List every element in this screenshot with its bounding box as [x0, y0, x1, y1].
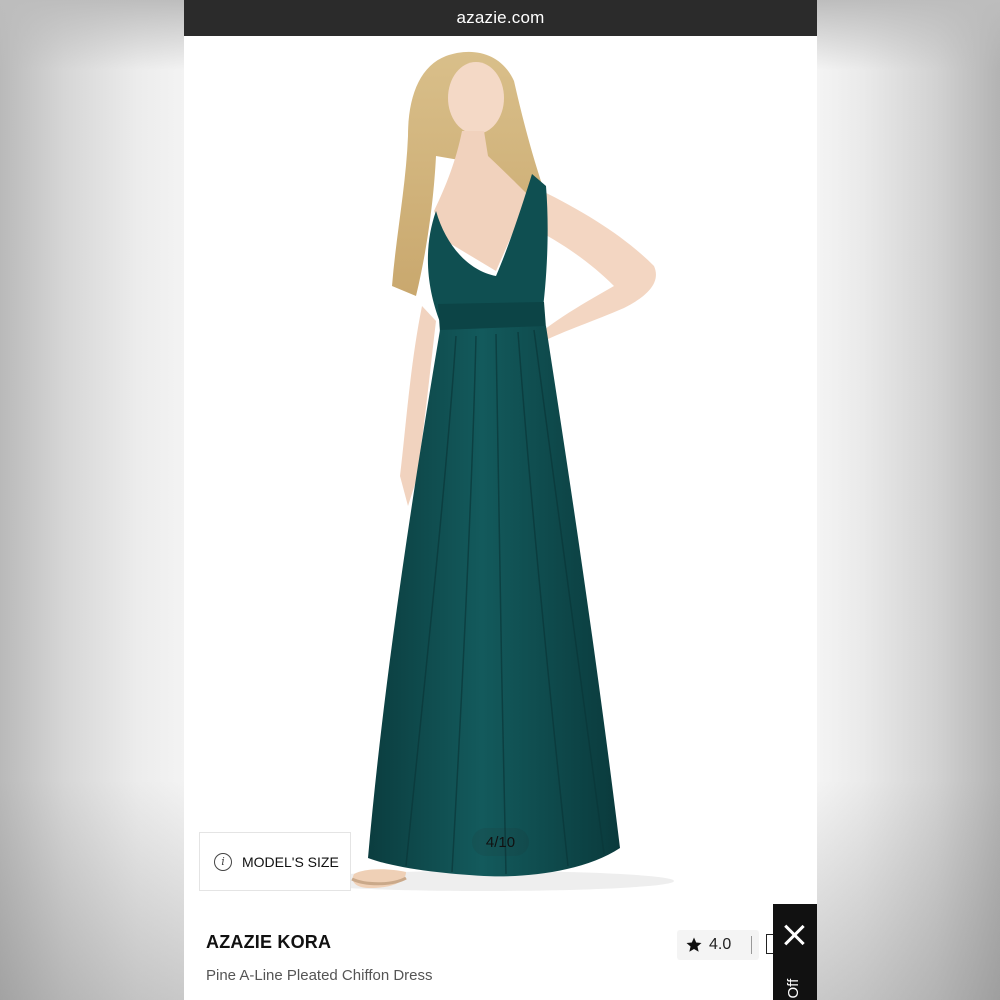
blurred-background-left [0, 0, 184, 1000]
product-image[interactable]: i MODEL'S SIZE 4/10 [184, 36, 817, 906]
mobile-page: azazie.com i MODEL'S SIZE 4/10 AZAZIE KO… [184, 0, 817, 1000]
product-name: Pine A-Line Pleated Chiffon Dress [206, 967, 433, 984]
rating-divider [751, 936, 752, 954]
rating-value: 4.0 [709, 936, 732, 953]
models-size-button[interactable]: i MODEL'S SIZE [199, 832, 351, 891]
product-info: AZAZIE KORA Pine A-Line Pleated Chiffon … [184, 906, 817, 1000]
screenshot-stage: azazie.com i MODEL'S SIZE 4/10 AZAZIE KO… [0, 0, 1000, 1000]
promo-text: % Off [785, 978, 802, 1000]
promo-tab[interactable]: % Off [773, 904, 817, 1000]
browser-url-bar[interactable]: azazie.com [184, 0, 817, 36]
model-photo-illustration [294, 51, 674, 891]
close-icon[interactable] [781, 922, 807, 948]
image-counter: 4/10 [472, 828, 529, 856]
models-size-label: MODEL'S SIZE [242, 853, 339, 870]
star-icon [686, 937, 702, 952]
blurred-background-right [817, 0, 1000, 1000]
product-brand: AZAZIE KORA [206, 932, 332, 952]
info-icon: i [214, 852, 232, 871]
url-text: azazie.com [456, 8, 545, 27]
rating-badge[interactable]: 4.0 [677, 930, 759, 960]
